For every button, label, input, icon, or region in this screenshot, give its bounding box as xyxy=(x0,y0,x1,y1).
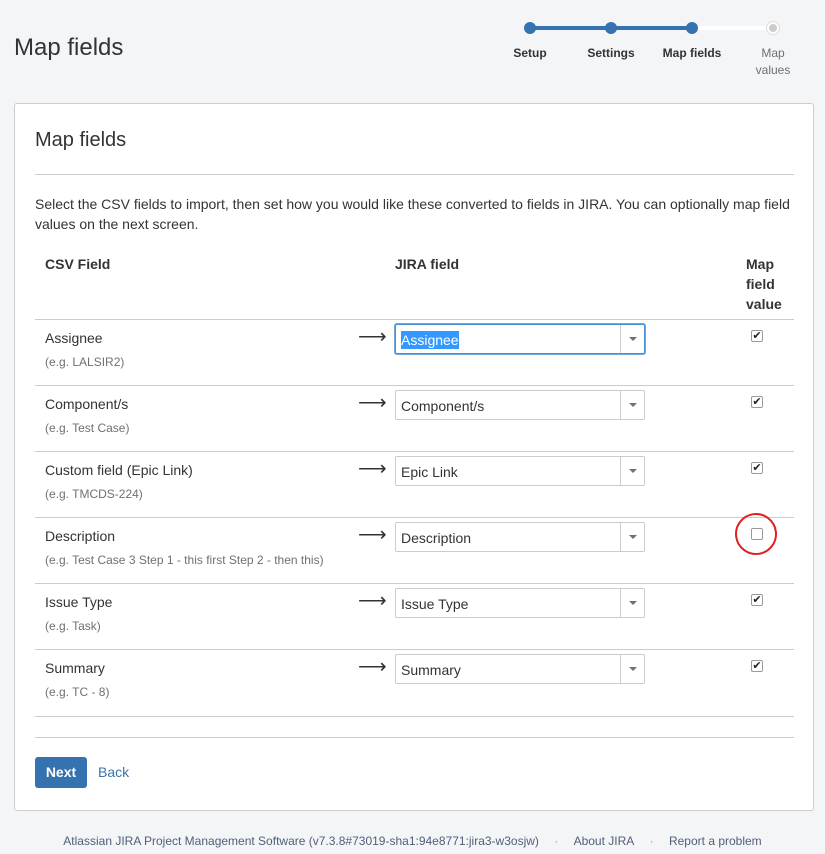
progress-line-remaining xyxy=(692,26,772,30)
report-problem-link[interactable]: Report a problem xyxy=(663,834,768,848)
jira-field-select[interactable]: Assignee xyxy=(395,324,645,354)
mapping-row: Issue Type (e.g. Task) ⟶ Issue Type ✔ xyxy=(35,583,794,649)
header-csv-field: CSV Field xyxy=(45,256,111,272)
footer-separator: · xyxy=(554,834,559,848)
arrow-right-icon: ⟶ xyxy=(358,458,387,480)
csv-field-example: (e.g. Test Case) xyxy=(45,421,130,435)
map-field-value-checkbox[interactable]: ✔ xyxy=(751,396,763,408)
csv-field-name: Custom field (Epic Link) xyxy=(45,462,193,478)
about-jira-link[interactable]: About JIRA xyxy=(568,834,641,848)
mapping-row: Summary (e.g. TC - 8) ⟶ Summary ✔ xyxy=(35,649,794,715)
arrow-right-icon: ⟶ xyxy=(358,590,387,612)
map-field-value-checkbox[interactable]: ✔ xyxy=(751,660,763,672)
arrow-right-icon: ⟶ xyxy=(358,656,387,678)
progress-tracker: Setup Settings Map fields Map values xyxy=(490,18,810,88)
jira-field-value: Component/s xyxy=(401,398,485,414)
csv-field-name: Description xyxy=(45,528,116,544)
jira-field-select[interactable]: Component/s xyxy=(395,390,645,420)
jira-field-select[interactable]: Epic Link xyxy=(395,456,645,486)
jira-field-value: Description xyxy=(401,530,472,546)
intro-text: Select the CSV fields to import, then se… xyxy=(35,196,790,232)
arrow-right-icon: ⟶ xyxy=(358,524,387,546)
page-title: Map fields xyxy=(14,34,124,61)
map-field-value-checkbox[interactable]: ✔ xyxy=(751,462,763,474)
csv-field-example: (e.g. TMCDS-224) xyxy=(45,487,143,501)
footer: Atlassian JIRA Project Management Softwa… xyxy=(0,834,825,848)
jira-field-select[interactable]: Description xyxy=(395,522,645,552)
map-field-value-checkbox[interactable]: ✔ xyxy=(751,330,763,342)
mapping-row: Assignee (e.g. LALSIR2) ⟶ Assignee ✔ xyxy=(35,319,794,385)
jira-field-value: Issue Type xyxy=(401,596,469,612)
chevron-down-icon[interactable] xyxy=(620,589,644,617)
chevron-down-icon[interactable] xyxy=(620,655,644,683)
back-link[interactable]: Back xyxy=(98,764,129,780)
csv-field-example: (e.g. Task) xyxy=(45,619,101,633)
step-label-settings: Settings xyxy=(587,46,635,60)
arrow-right-icon: ⟶ xyxy=(358,392,387,414)
progress-dot-setup xyxy=(524,22,536,34)
jira-field-value: Epic Link xyxy=(401,464,458,480)
annotation-circle xyxy=(732,510,780,558)
mapping-row: Component/s (e.g. Test Case) ⟶ Component/s ✔ xyxy=(35,385,794,451)
csv-field-name: Component/s xyxy=(45,396,129,412)
chevron-down-icon[interactable] xyxy=(620,523,644,551)
csv-field-name: Issue Type xyxy=(45,594,113,610)
header-map-field-value: Map field value xyxy=(746,256,782,312)
mapping-row: Description (e.g. Test Case 3 Step 1 - th… xyxy=(35,510,794,583)
header-jira-field: JIRA field xyxy=(395,256,460,272)
progress-dot-map-values xyxy=(767,22,779,34)
step-label-setup: Setup xyxy=(513,46,547,60)
jira-field-select[interactable]: Summary xyxy=(395,654,645,684)
jira-field-select[interactable]: Issue Type xyxy=(395,588,645,618)
chevron-down-icon[interactable] xyxy=(620,325,644,353)
arrow-right-icon: ⟶ xyxy=(358,326,387,348)
csv-field-example: (e.g. Test Case 3 Step 1 - this first St… xyxy=(45,553,324,567)
csv-field-example: (e.g. LALSIR2) xyxy=(45,355,125,369)
chevron-down-icon[interactable] xyxy=(620,457,644,485)
buttons-divider xyxy=(35,737,794,738)
progress-dot-map-fields xyxy=(686,22,698,34)
map-field-value-checkbox[interactable]: ✔ xyxy=(751,594,763,606)
map-fields-panel: Map fields Select the CSV fields to impo… xyxy=(14,103,814,811)
next-button[interactable]: Next xyxy=(35,757,87,788)
panel-title: Map fields xyxy=(35,129,127,151)
csv-field-example: (e.g. TC - 8) xyxy=(45,685,110,699)
jira-field-value: Assignee xyxy=(401,331,459,349)
csv-field-name: Assignee xyxy=(45,330,103,346)
progress-dot-settings xyxy=(605,22,617,34)
chevron-down-icon[interactable] xyxy=(620,391,644,419)
table-bottom-rule xyxy=(35,716,794,717)
title-divider xyxy=(35,174,794,175)
csv-field-name: Summary xyxy=(45,660,105,676)
step-label-map-fields: Map fields xyxy=(662,46,722,60)
jira-field-value: Summary xyxy=(401,662,461,678)
footer-separator: · xyxy=(649,834,654,848)
footer-product-info: Atlassian JIRA Project Management Softwa… xyxy=(63,834,539,848)
mapping-row: Custom field (Epic Link) (e.g. TMCDS-224)… xyxy=(35,451,794,517)
step-label-map-values: Map values xyxy=(755,46,791,77)
